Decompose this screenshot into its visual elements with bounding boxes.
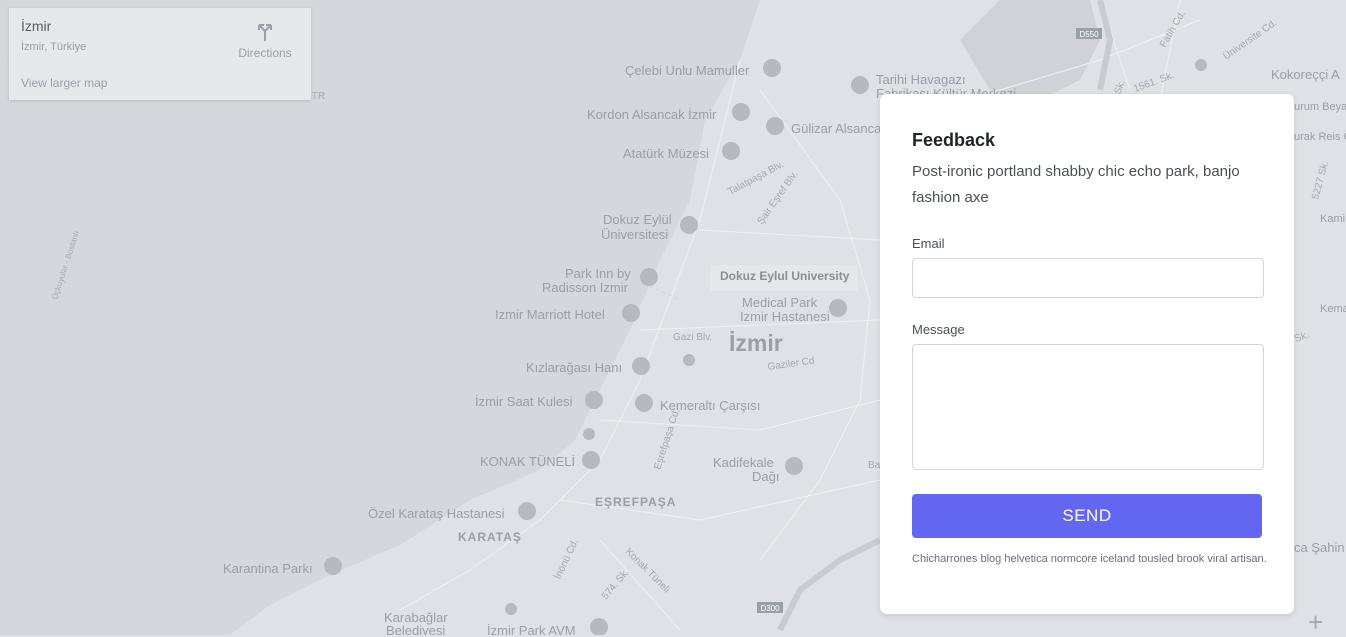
place-name: İzmir [21,18,52,34]
street-label: Konak Tüneli [623,546,672,595]
map-label: Izmir Marriott Hotel [495,307,605,322]
poi-marker[interactable] [640,268,658,286]
map-label: Kami [1320,213,1345,225]
poi-marker[interactable] [582,451,600,469]
map-label: Dokuz Eylül [603,212,672,227]
poi-marker[interactable] [622,304,640,322]
place-address: İzmir, Türkiye [21,41,87,53]
street-label: Gaziler Cd [767,356,815,373]
feedback-card: Feedback Post-ironic portland shabby chi… [880,94,1294,614]
map-label: Kokoreççi A [1271,67,1340,82]
map-label: Kema [1320,303,1346,315]
university-label: Dokuz Eylul University [720,269,850,283]
poi-marker[interactable] [722,142,740,160]
message-label: Message [912,322,965,337]
poi-marker[interactable] [324,557,342,575]
map-label: urak Reis C [1294,131,1346,143]
poi-marker[interactable] [632,357,650,375]
poi-marker[interactable] [829,299,847,317]
map-info-card: İzmir İzmir, Türkiye View larger map Dir… [9,8,311,100]
view-larger-map-link[interactable]: View larger map [21,76,107,90]
map-label: Karantina Parkı [223,561,313,576]
street-label: Üniversite Cd. [1221,17,1279,63]
map-label: Atatürk Müzesi [623,146,709,161]
city-label: İzmir [729,330,783,356]
directions-button[interactable]: Directions [234,20,296,60]
poi-marker[interactable] [505,603,517,615]
map-label: Dağı [752,469,779,484]
map-label: ca Şahin [1294,540,1345,555]
road-badge-label: D300 [760,604,780,613]
map-label: Üniversitesi [601,227,668,242]
map-label: KARATAŞ [458,530,522,544]
street-label: 5227 Sk. [1310,160,1331,201]
street-label: İnönü Cd. [551,536,581,581]
map-label: İzmir Park AVM [487,623,576,635]
feedback-footnote: Chicharrones blog helvetica normcore ice… [912,553,1267,565]
poi-marker[interactable] [518,502,536,520]
map-label: Kadifekale [713,455,774,470]
street-label: Sk. [1293,330,1310,345]
harbor-water [960,0,1100,100]
map-label: Kordon Alsancak İzmir [587,107,717,122]
map-label: Gülizar Alsanca [791,121,882,136]
map-label: EŞREFPAŞA [595,495,676,509]
map-label: Çelebi Unlu Mamuller [625,63,750,78]
directions-label: Directions [238,46,292,60]
map-label: urum Beyaz [1294,101,1346,113]
street-label: Eşrefpaşa Cd. [652,407,682,471]
feedback-title: Feedback [912,130,996,150]
map-label: Medical Park [742,295,818,310]
poi-marker[interactable] [766,117,784,135]
street-label: Ba [868,460,881,471]
map-label: Park Inn by [565,266,631,281]
poi-marker[interactable] [680,216,698,234]
poi-marker[interactable] [683,354,695,366]
message-field[interactable] [912,344,1264,470]
street-label: 1561. Sk. [1132,70,1175,95]
poi-marker[interactable] [732,103,750,121]
email-label: Email [912,236,945,251]
poi-marker[interactable] [1195,59,1207,71]
map-label: Tarihi Havagazı [876,72,966,87]
road-badge-label: D550 [1079,30,1099,39]
poi-marker[interactable] [785,457,803,475]
poi-marker[interactable] [585,391,603,409]
map-label: Özel Karataş Hastanesi [368,506,505,521]
map-label: Kızlarağası Hanı [526,360,622,375]
poi-marker[interactable] [635,394,653,412]
poi-marker[interactable] [583,428,595,440]
map-label: İzmir Saat Kulesi [475,394,573,409]
poi-marker[interactable] [763,59,781,77]
email-field[interactable] [912,258,1264,298]
send-button[interactable]: SEND [912,494,1262,538]
map-label: Radisson Izmir [542,280,629,295]
map-label: KONAK TÜNELİ [480,454,575,469]
map-label: Izmir Hastanesi [740,309,830,324]
street-label: Fatih Cd. [1158,9,1188,50]
street-label: 574. Sk. [600,567,632,602]
poi-marker[interactable] [590,618,608,635]
street-label: Gazi Blv. [673,332,712,343]
directions-icon [258,24,272,41]
map-label: Belediyesi [386,623,445,635]
poi-marker[interactable] [851,76,869,94]
zoom-in-button[interactable]: + [1308,609,1323,635]
feedback-description: Post-ironic portland shabby chic echo pa… [912,163,1240,206]
